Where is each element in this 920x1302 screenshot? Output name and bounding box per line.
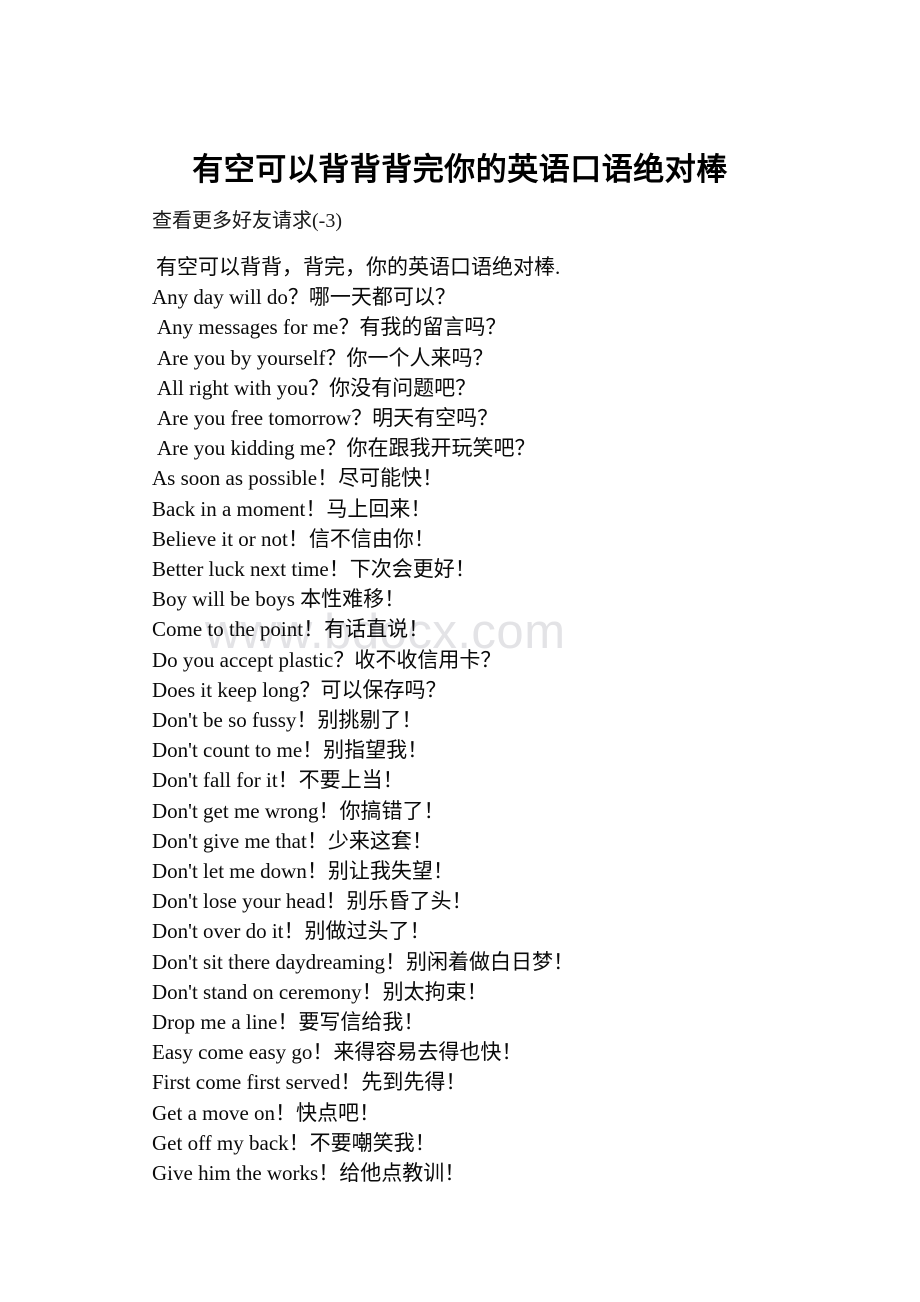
list-item: Don't count to me！别指望我！ xyxy=(152,738,429,763)
list-item: Easy come easy go！来得容易去得也快！ xyxy=(152,1040,523,1065)
list-item: Don't get me wrong！你搞错了！ xyxy=(152,798,445,823)
list-item: Don't give me that！少来这套！ xyxy=(152,828,433,853)
list-item: Are you kidding me？你在跟我开玩笑吧？ xyxy=(157,436,536,461)
list-item: Give him the works！给他点教训！ xyxy=(152,1161,466,1186)
list-item: Drop me a line！要写信给我！ xyxy=(152,1010,425,1035)
document-page: www.bdocx.com 有空可以背背背完你的英语口语绝对棒 查看更多好友请求… xyxy=(0,0,920,1302)
list-item: Come to the point！有话直说！ xyxy=(152,617,430,642)
list-item: Believe it or not！信不信由你！ xyxy=(152,526,435,551)
list-item: Better luck next time！下次会更好！ xyxy=(152,557,476,582)
list-item: Don't stand on ceremony！别太拘束！ xyxy=(152,979,488,1004)
list-item: Don't sit there daydreaming！别闲着做白日梦！ xyxy=(152,949,574,974)
list-item: All right with you？你没有问题吧？ xyxy=(157,375,477,400)
list-item: Does it keep long？可以保存吗？ xyxy=(152,677,447,702)
list-item: Get off my back！不要嘲笑我！ xyxy=(152,1130,436,1155)
list-item: Don't be so fussy！别挑剔了！ xyxy=(152,708,423,733)
list-item: Boy will be boys 本性难移！ xyxy=(152,587,406,612)
document-subtitle: 查看更多好友请求(-3) xyxy=(152,210,342,232)
list-item: Get a move on！快点吧！ xyxy=(152,1100,381,1125)
page-title: 有空可以背背背完你的英语口语绝对棒 xyxy=(192,152,728,187)
list-item: 有空可以背背，背完，你的英语口语绝对棒. xyxy=(156,255,561,279)
list-item: Back in a moment！马上回来！ xyxy=(152,496,432,521)
list-item: Are you free tomorrow？明天有空吗？ xyxy=(157,406,499,431)
phrase-list: 有空可以背背，背完，你的英语口语绝对棒. Any day will do？哪一天… xyxy=(150,252,890,1188)
list-item: Don't lose your head！别乐昏了头！ xyxy=(152,889,473,914)
list-item: Do you accept plastic？收不收信用卡？ xyxy=(152,647,502,672)
list-item: Any day will do？哪一天都可以？ xyxy=(152,285,456,310)
list-item: Don't over do it！别做过头了！ xyxy=(152,919,431,944)
list-item: First come first served！先到先得！ xyxy=(152,1070,467,1095)
list-item: Don't fall for it！不要上当！ xyxy=(152,768,404,793)
list-item: As soon as possible！尽可能快！ xyxy=(152,466,444,491)
list-item: Are you by yourself？你一个人来吗？ xyxy=(157,345,494,370)
list-item: Any messages for me？有我的留言吗？ xyxy=(157,315,507,340)
list-item: Don't let me down！别让我失望！ xyxy=(152,859,454,884)
